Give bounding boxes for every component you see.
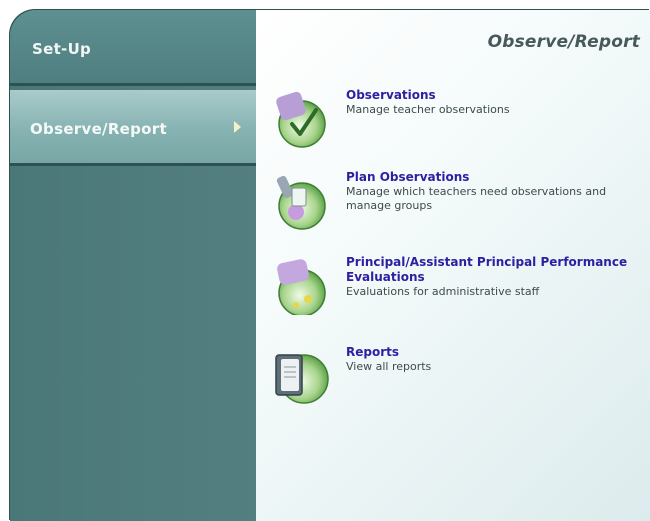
principal-evaluations-description: Evaluations for administrative staff [346, 285, 540, 298]
plan-clipboard-icon [276, 175, 326, 230]
principal-evaluations-link[interactable]: Principal/Assistant Principal Performanc… [346, 255, 646, 285]
observations-link[interactable]: Observations [346, 88, 646, 103]
chevron-right-icon [234, 121, 241, 133]
sidebar-item-observe-report[interactable]: Observe/Report [10, 90, 256, 166]
app-window: Set-Up Observe/Report Observe/Report Obs… [10, 10, 650, 521]
reports-link[interactable]: Reports [346, 345, 646, 360]
sidebar-item-label: Observe/Report [30, 120, 167, 138]
menu-item-principal-evaluations[interactable]: Principal/Assistant Principal Performanc… [270, 255, 650, 335]
principal-evaluation-icon [277, 259, 326, 315]
report-book-icon [275, 354, 329, 404]
clipboard-check-icon [276, 91, 326, 148]
menu-item-observations[interactable]: Observations Manage teacher observations [270, 88, 650, 160]
menu-item-plan-observations[interactable]: Plan Observations Manage which teachers … [270, 170, 650, 246]
observations-description: Manage teacher observations [346, 103, 510, 116]
plan-observations-description: Manage which teachers need observations … [346, 185, 607, 212]
menu-item-reports[interactable]: Reports View all reports [270, 345, 650, 417]
page-title: Observe/Report [487, 32, 640, 52]
reports-description: View all reports [346, 360, 432, 373]
main-panel: Observe/Report Observations Manage teach… [256, 10, 650, 521]
sidebar: Set-Up Observe/Report [10, 10, 256, 521]
sidebar-item-label: Set-Up [32, 40, 92, 58]
plan-observations-link[interactable]: Plan Observations [346, 170, 646, 185]
sidebar-item-setup[interactable]: Set-Up [10, 10, 256, 86]
